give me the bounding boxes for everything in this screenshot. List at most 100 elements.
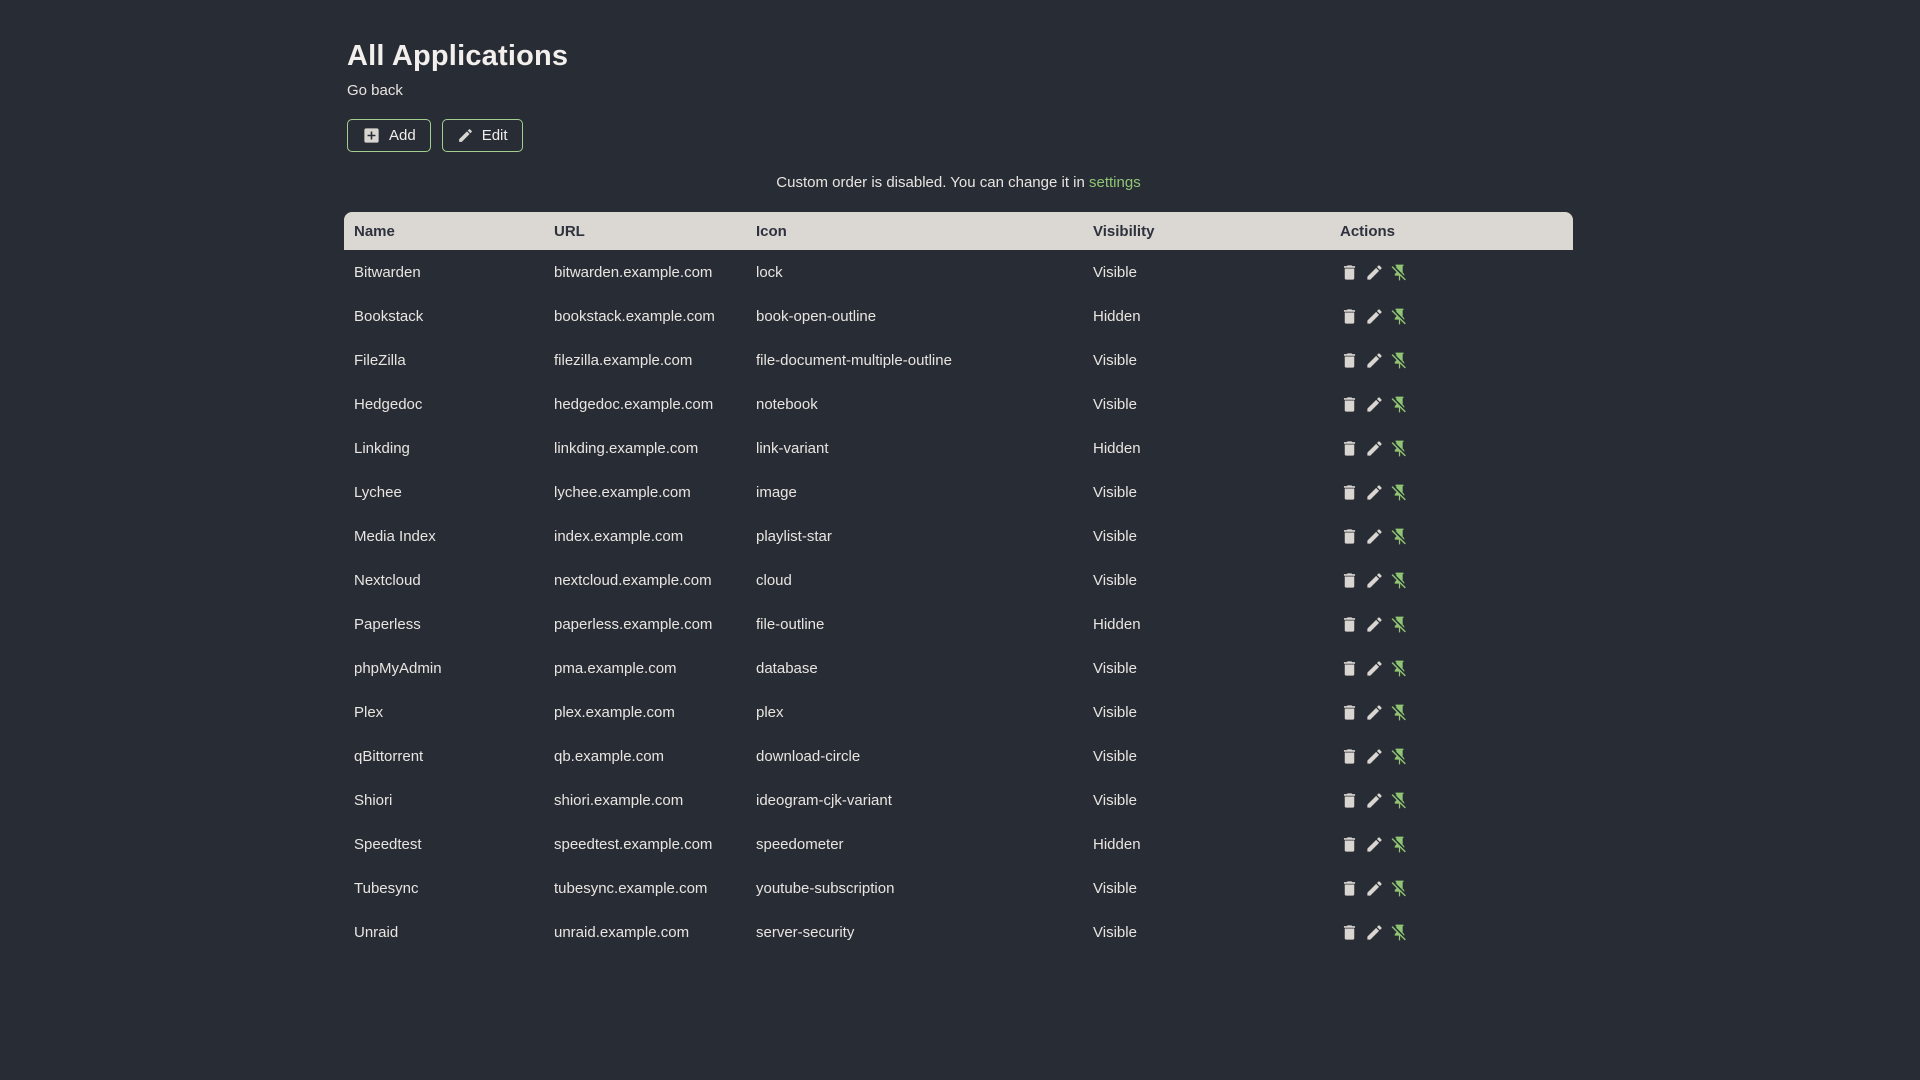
app-icon-name: plex [756, 703, 784, 721]
pencil-icon[interactable] [1365, 307, 1384, 326]
pencil-icon[interactable] [1365, 439, 1384, 458]
pin-off-icon[interactable] [1390, 351, 1409, 370]
app-url: bitwarden.example.com [554, 263, 713, 281]
pencil-icon[interactable] [1365, 483, 1384, 502]
pencil-icon[interactable] [1365, 835, 1384, 854]
header-icon: Icon [746, 212, 1083, 250]
delete-icon[interactable] [1340, 703, 1359, 722]
pin-off-icon[interactable] [1390, 395, 1409, 414]
header-visibility: Visibility [1083, 212, 1330, 250]
app-visibility: Visible [1093, 659, 1137, 677]
table-row: Speedtest speedtest.example.com speedome… [344, 822, 1573, 866]
app-url: lychee.example.com [554, 483, 691, 501]
app-visibility: Visible [1093, 395, 1137, 413]
pencil-icon[interactable] [1365, 571, 1384, 590]
delete-icon[interactable] [1340, 791, 1359, 810]
app-url: index.example.com [554, 527, 684, 545]
delete-icon[interactable] [1340, 439, 1359, 458]
app-url: plex.example.com [554, 703, 675, 721]
app-actions [1330, 602, 1573, 646]
pencil-icon[interactable] [1365, 395, 1384, 414]
app-url: shiori.example.com [554, 791, 684, 809]
table-row: FileZilla filezilla.example.com file-doc… [344, 338, 1573, 382]
add-button[interactable]: Add [347, 119, 431, 152]
pin-off-icon[interactable] [1390, 483, 1409, 502]
pin-off-icon[interactable] [1390, 791, 1409, 810]
app-icon-name: download-circle [756, 747, 861, 765]
app-name: Unraid [354, 923, 399, 941]
delete-icon[interactable] [1340, 923, 1359, 942]
app-actions [1330, 822, 1573, 866]
pin-off-icon[interactable] [1390, 615, 1409, 634]
table-row: Media Index index.example.com playlist-s… [344, 514, 1573, 558]
app-visibility: Visible [1093, 879, 1137, 897]
table-row: Linkding linkding.example.com link-varia… [344, 426, 1573, 470]
edit-button[interactable]: Edit [441, 119, 523, 152]
pin-off-icon[interactable] [1390, 923, 1409, 942]
delete-icon[interactable] [1340, 307, 1359, 326]
pin-off-icon[interactable] [1390, 571, 1409, 590]
pin-off-icon[interactable] [1390, 527, 1409, 546]
app-visibility: Hidden [1093, 835, 1141, 853]
pin-off-icon[interactable] [1390, 879, 1409, 898]
table-row: Unraid unraid.example.com server-securit… [344, 910, 1573, 954]
app-name: qBittorrent [354, 747, 424, 765]
pencil-icon[interactable] [1365, 791, 1384, 810]
pencil-icon[interactable] [1365, 351, 1384, 370]
pencil-icon[interactable] [1365, 615, 1384, 634]
delete-icon[interactable] [1340, 351, 1359, 370]
app-icon-name: file-document-multiple-outline [756, 351, 952, 369]
app-visibility: Visible [1093, 923, 1137, 941]
app-visibility: Hidden [1093, 307, 1141, 325]
pencil-icon[interactable] [1365, 923, 1384, 942]
delete-icon[interactable] [1340, 571, 1359, 590]
app-visibility: Visible [1093, 483, 1137, 501]
pencil-icon[interactable] [1365, 747, 1384, 766]
app-icon-name: cloud [756, 571, 792, 589]
delete-icon[interactable] [1340, 395, 1359, 414]
app-url: unraid.example.com [554, 923, 690, 941]
delete-icon[interactable] [1340, 879, 1359, 898]
delete-icon[interactable] [1340, 659, 1359, 678]
pin-off-icon[interactable] [1390, 307, 1409, 326]
delete-icon[interactable] [1340, 615, 1359, 634]
app-actions [1330, 470, 1573, 514]
app-visibility: Visible [1093, 527, 1137, 545]
app-url: pma.example.com [554, 659, 677, 677]
delete-icon[interactable] [1340, 483, 1359, 502]
delete-icon[interactable] [1340, 527, 1359, 546]
pencil-icon[interactable] [1365, 659, 1384, 678]
app-actions [1330, 338, 1573, 382]
pin-off-icon[interactable] [1390, 659, 1409, 678]
table-row: Nextcloud nextcloud.example.com cloud Vi… [344, 558, 1573, 602]
app-icon-name: youtube-subscription [756, 879, 895, 897]
app-url: bookstack.example.com [554, 307, 715, 325]
app-icon-name: file-outline [756, 615, 825, 633]
pin-off-icon[interactable] [1390, 835, 1409, 854]
app-icon-name: playlist-star [756, 527, 832, 545]
pin-off-icon[interactable] [1390, 747, 1409, 766]
app-url: linkding.example.com [554, 439, 699, 457]
pencil-icon[interactable] [1365, 263, 1384, 282]
pencil-icon[interactable] [1365, 527, 1384, 546]
pin-off-icon[interactable] [1390, 263, 1409, 282]
header-actions: Actions [1330, 212, 1573, 250]
app-visibility: Visible [1093, 351, 1137, 369]
delete-icon[interactable] [1340, 747, 1359, 766]
delete-icon[interactable] [1340, 263, 1359, 282]
app-visibility: Visible [1093, 791, 1137, 809]
delete-icon[interactable] [1340, 835, 1359, 854]
app-url: nextcloud.example.com [554, 571, 712, 589]
app-name: Nextcloud [354, 571, 421, 589]
add-button-label: Add [389, 127, 416, 144]
app-icon-name: image [756, 483, 797, 501]
pencil-icon[interactable] [1365, 703, 1384, 722]
pin-off-icon[interactable] [1390, 439, 1409, 458]
go-back-link[interactable]: Go back [347, 82, 403, 99]
table-row: Plex plex.example.com plex Visible [344, 690, 1573, 734]
pencil-icon[interactable] [1365, 879, 1384, 898]
settings-link[interactable]: settings [1089, 174, 1141, 191]
pin-off-icon[interactable] [1390, 703, 1409, 722]
settings-page: All Applications Go back Add Edit Custom… [0, 0, 1920, 1080]
app-name: Media Index [354, 527, 436, 545]
